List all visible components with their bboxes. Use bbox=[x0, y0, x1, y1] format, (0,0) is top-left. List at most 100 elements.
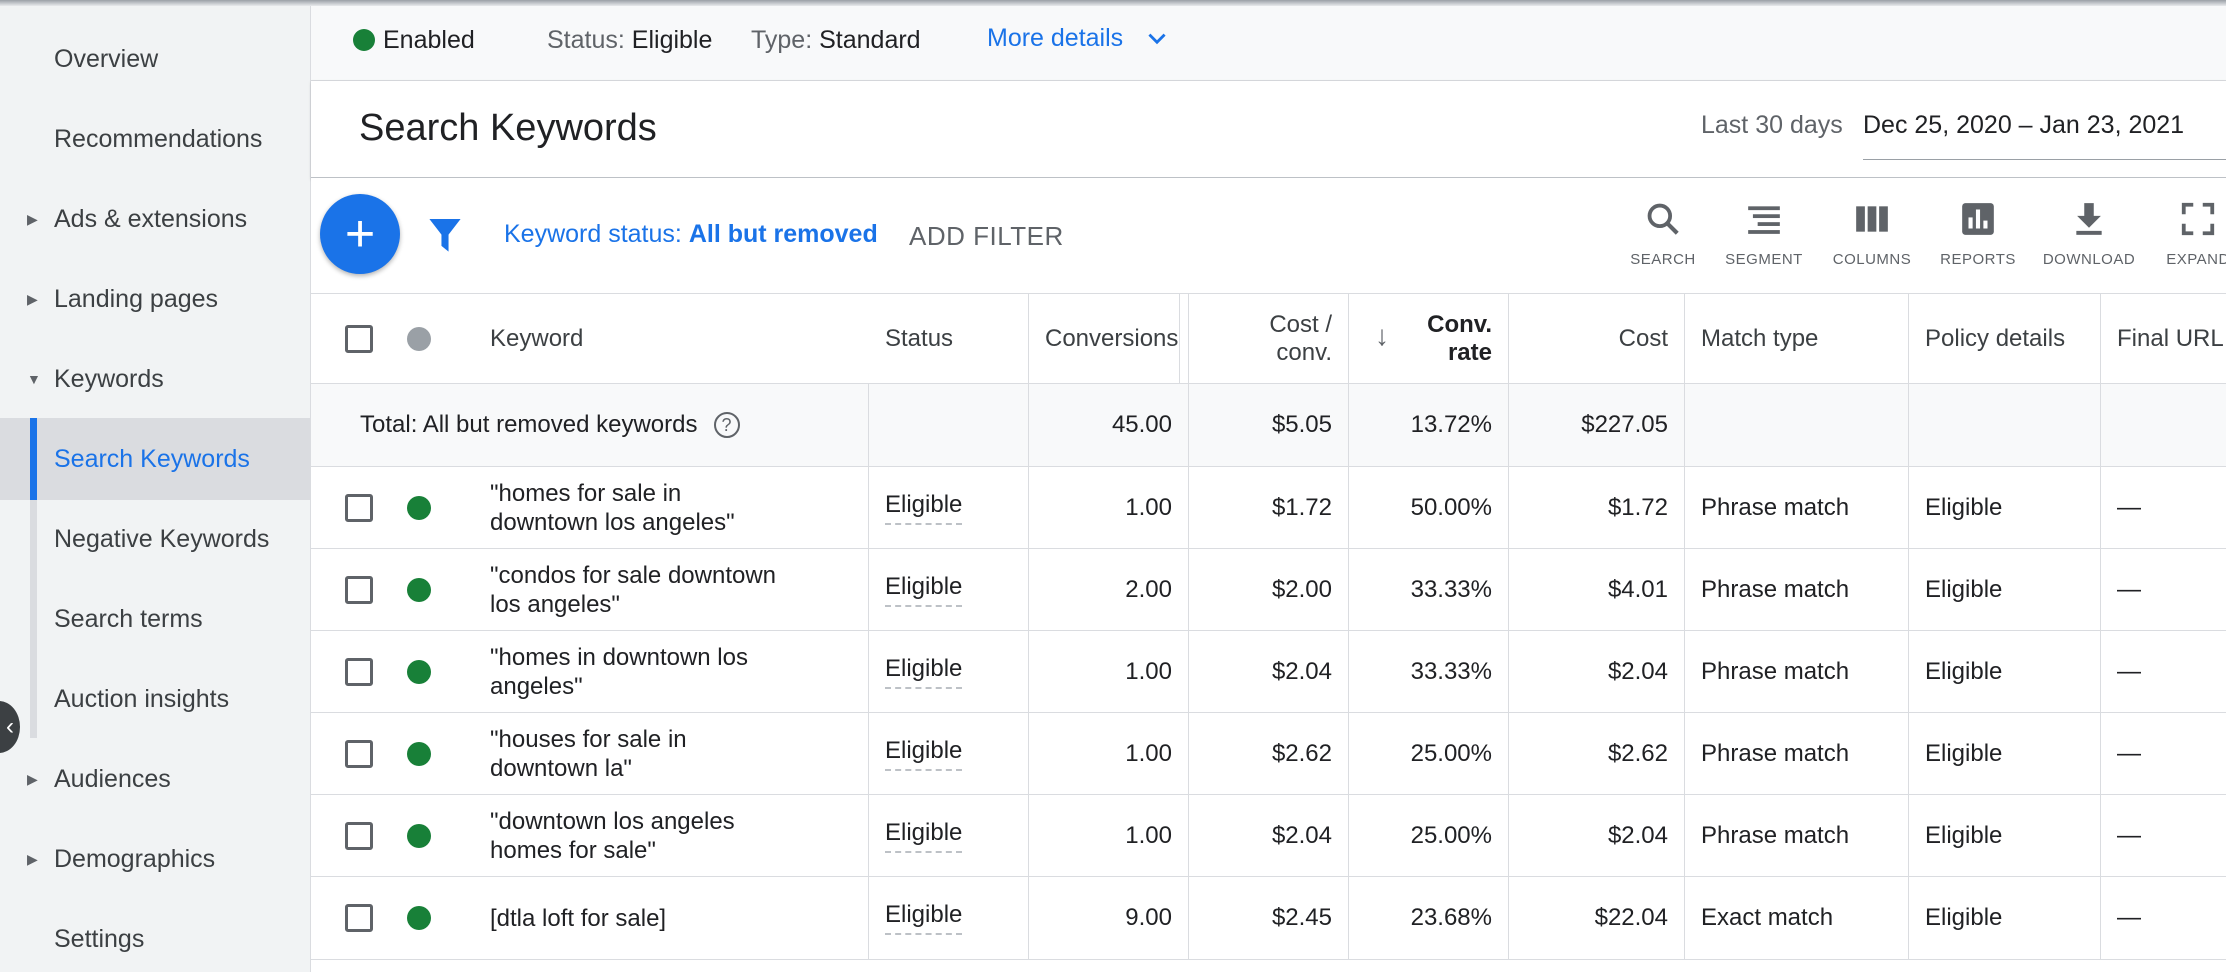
status-filter-dot-icon[interactable] bbox=[407, 326, 431, 351]
table-row[interactable]: "condos for sale downtown los angeles" El… bbox=[311, 548, 2226, 631]
select-all-checkbox[interactable] bbox=[345, 324, 373, 353]
keyword-cell[interactable]: "houses for sale in downtown la" bbox=[441, 713, 869, 795]
enabled-status-dot[interactable] bbox=[407, 906, 431, 930]
filter-icon[interactable] bbox=[428, 216, 462, 256]
add-keyword-button[interactable]: + bbox=[320, 194, 400, 274]
row-checkbox[interactable] bbox=[345, 740, 373, 768]
row-checkbox[interactable] bbox=[345, 658, 373, 686]
table-toolbar: + Keyword status: All but removed ADD FI… bbox=[311, 178, 2226, 293]
enabled-status-dot[interactable] bbox=[407, 660, 431, 684]
keyword-line1: "homes for sale in bbox=[490, 480, 682, 507]
keyword-status-filter-chip[interactable]: Keyword status: All but removed bbox=[504, 220, 878, 249]
column-header-conv-rate[interactable]: ↓ Conv. rate bbox=[1349, 294, 1509, 383]
expand-tool-button[interactable]: EXPAND bbox=[2148, 200, 2226, 268]
sort-descending-icon[interactable]: ↓ bbox=[1375, 322, 1389, 350]
chevron-down-icon[interactable] bbox=[1144, 26, 1170, 52]
keywords-table: Keyword Status Conversions Cost / conv. … bbox=[311, 293, 2226, 972]
sidebar-item-ads-extensions[interactable]: ▶ Ads & extensions bbox=[0, 181, 310, 257]
final-url-cell: — bbox=[2117, 658, 2141, 685]
row-checkbox[interactable] bbox=[345, 904, 373, 932]
keyword-line1: [dtla loft for sale] bbox=[490, 904, 667, 932]
sidebar-item-search-terms[interactable]: Search terms bbox=[0, 581, 310, 657]
row-status-dot-cell bbox=[381, 631, 441, 713]
total-cost-per-conv: $5.05 bbox=[1189, 384, 1349, 466]
header-label: Policy details bbox=[1925, 324, 2066, 352]
policy-cell: Eligible bbox=[1909, 713, 2101, 795]
keyword-line1: "condos for sale downtown bbox=[490, 562, 777, 589]
sidebar-item-recommendations[interactable]: Recommendations bbox=[0, 101, 310, 177]
total-row: Total: All but removed keywords ? 45.00 … bbox=[311, 383, 2226, 466]
columns-tool-button[interactable]: COLUMNS bbox=[1822, 200, 1922, 268]
total-final-url-cell bbox=[2101, 384, 2226, 466]
policy-cell: Eligible bbox=[1909, 467, 2101, 549]
sidebar-item-search-keywords[interactable]: Search Keywords bbox=[0, 418, 310, 500]
sidebar-item-label: Recommendations bbox=[54, 124, 263, 153]
more-details-link[interactable]: More details bbox=[987, 24, 1123, 53]
status-cell[interactable]: Eligible bbox=[869, 877, 1029, 959]
column-header-final-url[interactable]: Final URL bbox=[2101, 294, 2226, 383]
keyword-cell[interactable]: [dtla loft for sale] bbox=[441, 877, 869, 959]
status-cell[interactable]: Eligible bbox=[869, 795, 1029, 877]
status-cell[interactable]: Eligible bbox=[869, 631, 1029, 713]
enabled-status-dot[interactable] bbox=[407, 742, 431, 766]
keyword-cell[interactable]: "downtown los angeles homes for sale" bbox=[441, 795, 869, 877]
sidebar-item-auction-insights[interactable]: Auction insights bbox=[0, 661, 310, 737]
column-header-policy-details[interactable]: Policy details bbox=[1909, 294, 2101, 383]
add-filter-button[interactable]: ADD FILTER bbox=[909, 221, 1064, 252]
type-value: Standard bbox=[819, 26, 921, 54]
table-row[interactable]: "houses for sale in downtown la" Eligible… bbox=[311, 712, 2226, 795]
status-cell[interactable]: Eligible bbox=[869, 467, 1029, 549]
table-row[interactable]: "homes for sale in downtown los angeles" … bbox=[311, 466, 2226, 549]
reports-tool-button[interactable]: REPORTS bbox=[1928, 200, 2028, 268]
row-status-dot-cell bbox=[381, 467, 441, 549]
policy-cell: Eligible bbox=[1909, 877, 2101, 959]
table-row[interactable]: "homes in downtown los angeles" Eligible … bbox=[311, 630, 2226, 713]
status-cell[interactable]: Eligible bbox=[869, 549, 1029, 631]
keyword-text: "homes in downtown los angeles" bbox=[490, 643, 748, 701]
match-type-cell: Phrase match bbox=[1685, 713, 1909, 795]
status-cell[interactable]: Eligible bbox=[869, 713, 1029, 795]
keyword-text: "condos for sale downtown los angeles" bbox=[490, 561, 776, 619]
column-header-match-type[interactable]: Match type bbox=[1685, 294, 1909, 383]
table-header-row: Keyword Status Conversions Cost / conv. … bbox=[311, 293, 2226, 385]
chevron-left-icon: ‹ bbox=[6, 713, 14, 740]
sidebar-item-negative-keywords[interactable]: Negative Keywords bbox=[0, 501, 310, 577]
filter-value: All but removed bbox=[688, 220, 878, 248]
keyword-cell[interactable]: "homes in downtown los angeles" bbox=[441, 631, 869, 713]
row-checkbox[interactable] bbox=[345, 822, 373, 850]
sidebar-item-keywords[interactable]: ▼ Keywords bbox=[0, 341, 310, 417]
table-row[interactable]: [dtla loft for sale] Eligible 9.00 $2.45… bbox=[311, 876, 2226, 960]
row-checkbox[interactable] bbox=[345, 576, 373, 604]
conversions-cell: 2.00 bbox=[1029, 549, 1189, 631]
type-key: Type: bbox=[751, 26, 813, 54]
sidebar-item-demographics[interactable]: ▶ Demographics bbox=[0, 821, 310, 897]
sidebar-item-landing-pages[interactable]: ▶ Landing pages bbox=[0, 261, 310, 337]
plus-icon: + bbox=[344, 205, 376, 263]
keyword-cell[interactable]: "homes for sale in downtown los angeles" bbox=[441, 467, 869, 549]
sidebar-item-label: Overview bbox=[54, 44, 159, 73]
enabled-status-dot[interactable] bbox=[407, 578, 431, 602]
help-icon[interactable]: ? bbox=[713, 412, 740, 438]
enabled-status-dot[interactable] bbox=[407, 496, 431, 520]
search-tool-button[interactable]: SEARCH bbox=[1613, 200, 1713, 268]
segment-tool-button[interactable]: SEGMENT bbox=[1714, 200, 1814, 268]
row-checkbox-cell bbox=[311, 549, 381, 631]
column-header-cost-per-conv[interactable]: Cost / conv. bbox=[1189, 294, 1349, 383]
sidebar-item-settings[interactable]: Settings bbox=[0, 901, 310, 977]
keyword-cell[interactable]: "condos for sale downtown los angeles" bbox=[441, 549, 869, 631]
enabled-status-dot[interactable] bbox=[407, 824, 431, 848]
date-range-picker[interactable]: Dec 25, 2020 – Jan 23, 2021 bbox=[1863, 111, 2184, 140]
policy-cell: Eligible bbox=[1909, 795, 2101, 877]
column-header-status[interactable]: Status bbox=[869, 294, 1029, 383]
enabled-label[interactable]: Enabled bbox=[383, 26, 475, 55]
header-label: Cost bbox=[1618, 324, 1668, 352]
table-row[interactable]: "downtown los angeles homes for sale" Eli… bbox=[311, 794, 2226, 877]
row-checkbox[interactable] bbox=[345, 494, 373, 522]
column-header-conversions[interactable]: Conversions bbox=[1029, 294, 1189, 383]
column-header-cost[interactable]: Cost bbox=[1509, 294, 1685, 383]
total-policy-cell bbox=[1909, 384, 2101, 466]
sidebar-item-overview[interactable]: Overview bbox=[0, 21, 310, 97]
sidebar-item-audiences[interactable]: ▶ Audiences bbox=[0, 741, 310, 817]
download-tool-button[interactable]: DOWNLOAD bbox=[2039, 200, 2139, 268]
keyword-line2: downtown los angeles" bbox=[490, 509, 735, 536]
